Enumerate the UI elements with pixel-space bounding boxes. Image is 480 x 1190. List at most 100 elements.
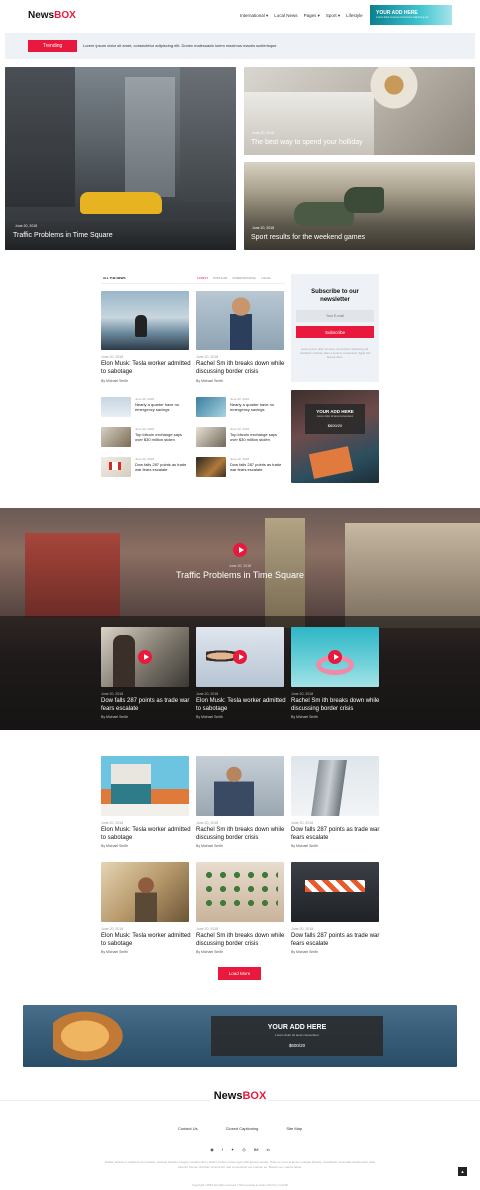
nav-label: Pages (303, 13, 317, 18)
news-title[interactable]: Elon Musk: Tesla worker admitted to sabo… (101, 361, 191, 376)
news-thumb[interactable] (101, 397, 131, 417)
all-news-heading: ALL THE NEWS (103, 276, 126, 280)
grid-image-2[interactable] (196, 756, 284, 816)
news-thumb[interactable] (196, 457, 226, 477)
side-ad-title: YOUR ADD HERE (316, 409, 354, 414)
news-thumb[interactable] (101, 427, 131, 447)
video-item-date: June 20, 2018 (196, 692, 219, 696)
tab-latest[interactable]: LATEST (197, 276, 208, 280)
pinterest-icon[interactable]: ◉ (210, 1147, 214, 1152)
building-shape (180, 67, 236, 202)
video-item-author[interactable]: By Michael Smith (101, 715, 128, 719)
grid-author[interactable]: By Michael Smith (196, 844, 223, 848)
hero-main[interactable]: June 20, 2018 Traffic Problems in Time S… (5, 67, 236, 250)
nav-international[interactable]: International ▾ (240, 13, 268, 19)
news-thumb[interactable] (196, 427, 226, 447)
load-more-button[interactable]: Load More (218, 967, 261, 980)
nav-sport[interactable]: Sport ▾ (326, 13, 340, 19)
grid-title[interactable]: Dow falls 287 points as trade war fears … (291, 933, 383, 948)
banner-ad[interactable]: YOUR ADD HERE Lorem dolor sit amet conse… (23, 1005, 457, 1067)
facebook-icon[interactable]: f (222, 1147, 223, 1152)
news-big-image-1[interactable] (101, 291, 189, 350)
video-title[interactable]: Traffic Problems in Time Square (0, 570, 480, 580)
video-play-icon[interactable] (233, 543, 247, 557)
grid-image-6[interactable] (291, 862, 379, 922)
person-shape (135, 876, 157, 922)
play-icon[interactable] (138, 650, 152, 664)
back-to-top-button[interactable]: ▴ (458, 1167, 467, 1176)
news-author[interactable]: By Michael Smith (101, 379, 128, 383)
grid-image-4[interactable] (101, 862, 189, 922)
news-date: June 20, 2018 (196, 355, 219, 359)
flag-shape (109, 462, 121, 470)
news-title[interactable]: Top bitcoin exchange says over $30 milli… (135, 432, 190, 442)
video-item-title[interactable]: Elon Musk: Tesla worker admitted to sabo… (196, 698, 288, 713)
grid-author[interactable]: By Michael Smith (196, 950, 223, 954)
grid-title[interactable]: Dow falls 287 points as trade war fears … (291, 827, 383, 842)
tab-local[interactable]: LOCAL (261, 276, 271, 280)
news-thumb[interactable] (101, 457, 131, 477)
side-ad-box: YOUR ADD HERE Lorem dolor sit amet conse… (305, 404, 365, 434)
nav-pages[interactable]: Pages ▾ (304, 13, 320, 19)
video-thumb-1[interactable] (101, 627, 189, 687)
hero-side-1[interactable]: June 20, 2018 The best way to spend your… (244, 67, 475, 155)
grid-image-3[interactable] (291, 756, 379, 816)
play-icon[interactable] (233, 650, 247, 664)
grid-author[interactable]: By Michael Smith (101, 950, 128, 954)
newsletter-email-input[interactable] (296, 310, 374, 322)
news-title[interactable]: Top bitcoin exchange says over $30 milli… (230, 432, 285, 442)
trending-label[interactable]: Trending (28, 40, 77, 52)
side-ad[interactable]: YOUR ADD HERE Lorem dolor sit amet conse… (291, 390, 379, 483)
video-item-author[interactable]: By Michael Smith (291, 715, 318, 719)
tab-international[interactable]: INTERNATIONAL (232, 276, 256, 280)
trending-text[interactable]: Lorem ipsum dolor sit amet, consectetur … (83, 43, 276, 48)
footer-link-captioning[interactable]: Closed Captioning (226, 1126, 259, 1131)
side-ad-sub: Lorem dolor sit amet consectetur (316, 415, 354, 418)
hero-side1-date: June 20, 2018 (252, 131, 275, 135)
hero-side2-title: Sport results for the weekend games (251, 234, 366, 241)
subscribe-button[interactable]: Subscribe (296, 326, 374, 338)
news-title[interactable]: Nearly a quarter have no emergency savin… (230, 402, 285, 412)
nav-lifestyle[interactable]: Lifestyle (346, 13, 363, 19)
logo[interactable]: NewsBOX (28, 10, 76, 21)
grid-author[interactable]: By Michael Smith (291, 844, 318, 848)
footer-logo-a: News (210, 1090, 243, 1102)
grid-title[interactable]: Rachel Sm ith breaks down while discussi… (196, 827, 288, 842)
grid-author[interactable]: By Michael Smith (291, 950, 318, 954)
grid-date: June 20, 2018 (291, 821, 314, 825)
linkedin-icon[interactable]: in (267, 1147, 270, 1152)
grid-image-5[interactable] (196, 862, 284, 922)
notebook-shape (308, 446, 354, 479)
grid-image-1[interactable] (101, 756, 189, 816)
news-big-image-2[interactable] (196, 291, 284, 350)
video-thumb-3[interactable] (291, 627, 379, 687)
dribbble-icon[interactable]: ◎ (242, 1147, 246, 1152)
news-title[interactable]: Dow falls 287 points as trade war fears … (135, 462, 190, 472)
news-thumb[interactable] (196, 397, 226, 417)
video-item-title[interactable]: Dow falls 287 points as trade war fears … (101, 698, 193, 713)
header-ad[interactable]: YOUR ADD HERE Lorem dolor sit amet conse… (370, 5, 452, 25)
header: NewsBOX International ▾ Local News Pages… (0, 0, 480, 32)
behance-icon[interactable]: Bē (254, 1147, 259, 1152)
grid-title[interactable]: Rachel Sm ith breaks down while discussi… (196, 933, 288, 948)
news-title[interactable]: Rachel Sm ith breaks down while discussi… (196, 361, 288, 376)
play-icon[interactable] (328, 650, 342, 664)
grid-title[interactable]: Elon Musk: Tesla worker admitted to sabo… (101, 827, 193, 842)
plants-shape (202, 868, 278, 908)
hero-side-2[interactable]: June 20, 2018 Sport results for the week… (244, 162, 475, 250)
footer-logo[interactable]: NewsBOX (0, 1090, 480, 1102)
nav-local-news[interactable]: Local News (274, 13, 297, 19)
news-author[interactable]: By Michael Smith (196, 379, 223, 383)
tab-popular[interactable]: POPULAR (213, 276, 227, 280)
video-thumb-2[interactable] (196, 627, 284, 687)
twitter-icon[interactable]: ✦ (231, 1147, 234, 1152)
video-item-title[interactable]: Rachel Sm ith breaks down while discussi… (291, 698, 383, 713)
grid-author[interactable]: By Michael Smith (101, 844, 128, 848)
footer-link-contact[interactable]: Contact Us (178, 1126, 198, 1131)
footer-link-sitemap[interactable]: Site Map (286, 1126, 302, 1131)
news-title[interactable]: Nearly a quarter have no emergency savin… (135, 402, 190, 412)
news-date: June 20, 2018 (230, 427, 250, 431)
video-item-author[interactable]: By Michael Smith (196, 715, 223, 719)
news-title[interactable]: Dow falls 287 points as trade war fears … (230, 462, 285, 472)
grid-title[interactable]: Elon Musk: Tesla worker admitted to sabo… (101, 933, 193, 948)
